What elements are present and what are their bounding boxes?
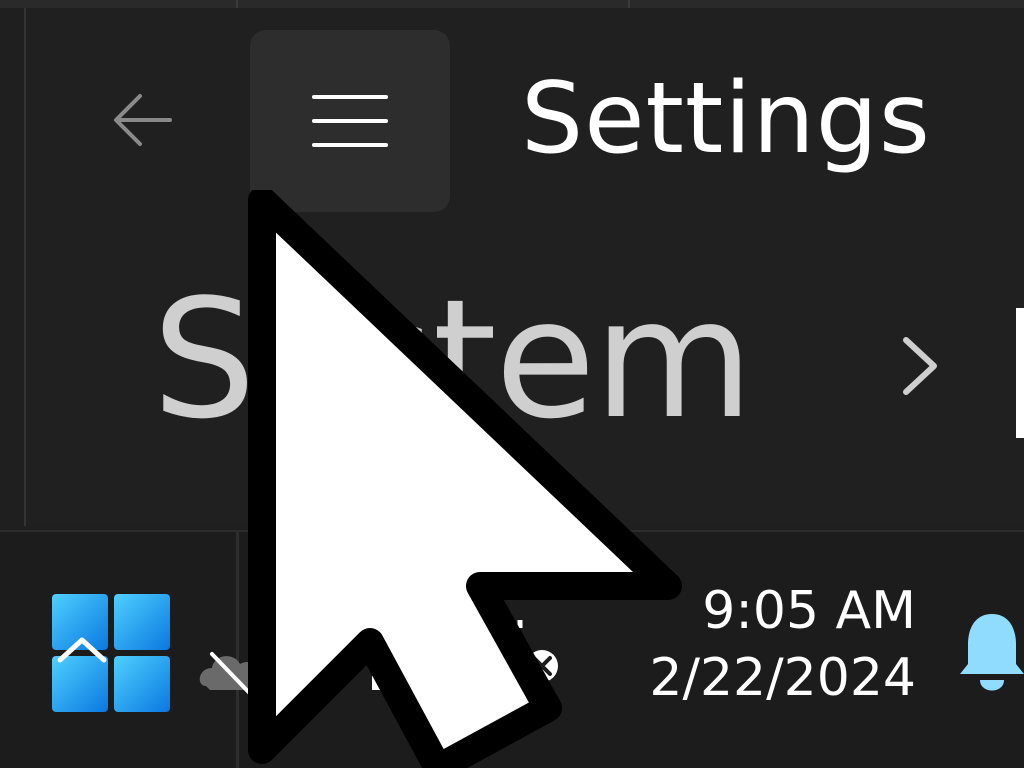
breadcrumb-system[interactable]: System bbox=[152, 278, 754, 442]
clock-time: 9:05 AM bbox=[702, 581, 916, 641]
navigation-menu-button[interactable] bbox=[250, 30, 450, 212]
notification-bell-icon[interactable] bbox=[956, 610, 1024, 700]
network-icon-partial[interactable] bbox=[372, 676, 394, 690]
app-title: Settings bbox=[521, 62, 931, 176]
taskbar-clock[interactable]: 9:05 AM 2/22/2024 bbox=[649, 580, 916, 714]
back-arrow-icon bbox=[114, 94, 172, 146]
screen: Settings System 9:05 AM 2/22/2024 bbox=[0, 0, 1024, 768]
settings-window: Settings System bbox=[24, 8, 1024, 526]
onedrive-cloud-icon[interactable] bbox=[196, 628, 276, 708]
windows-start-icon[interactable] bbox=[52, 594, 170, 712]
hamburger-menu-icon bbox=[312, 95, 388, 147]
chevron-right-icon bbox=[903, 337, 937, 395]
title-bar-strip bbox=[0, 0, 1024, 8]
volume-muted-icon[interactable] bbox=[508, 618, 568, 688]
breadcrumb-next-page-partial[interactable] bbox=[1016, 308, 1024, 438]
clock-date: 2/22/2024 bbox=[649, 648, 916, 708]
back-button[interactable] bbox=[110, 88, 174, 152]
